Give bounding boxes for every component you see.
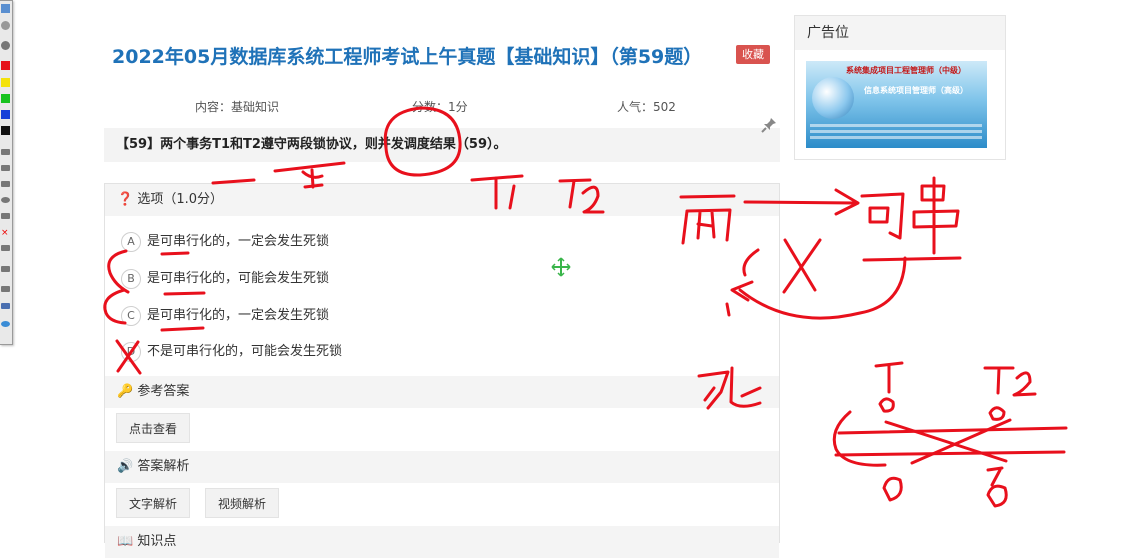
book-icon: 📖 bbox=[117, 534, 134, 549]
globe-image bbox=[812, 77, 854, 119]
option-text: 不是可串行化的，可能会发生死锁 bbox=[147, 344, 343, 359]
options-header: ❓ 选项（1.0分） bbox=[105, 184, 779, 216]
options-heading: 选项（1.0分） bbox=[137, 192, 224, 207]
annotation-toolbar: × bbox=[0, 0, 13, 345]
ad-banner[interactable]: 系统集成项目工程管理师（中级） 信息系统项目管理师（高级） bbox=[806, 61, 987, 148]
color-blue[interactable] bbox=[1, 110, 10, 119]
ink-x-mark bbox=[782, 238, 822, 294]
reference-answer-header: 🔑 参考答案 bbox=[105, 376, 779, 408]
ink-circle-bottom-right bbox=[986, 484, 1008, 508]
ink-ke bbox=[860, 192, 905, 240]
option-a[interactable]: A 是可串行化的，一定会发生死锁 bbox=[121, 231, 329, 253]
ink-long-line-1 bbox=[837, 426, 1068, 435]
video-analysis-button[interactable]: 视频解析 bbox=[205, 488, 280, 518]
knowledge-header: 📖 知识点 bbox=[105, 526, 779, 558]
option-d[interactable]: D 不是可串行化的，可能会发生死锁 bbox=[121, 341, 342, 363]
option-b[interactable]: B 是可串行化的，可能会发生死锁 bbox=[121, 268, 329, 290]
ink-chuan bbox=[912, 176, 960, 255]
move-cursor-icon bbox=[551, 257, 571, 277]
line-icon[interactable] bbox=[1, 165, 10, 171]
analysis-heading: 答案解析 bbox=[137, 459, 190, 474]
option-letter: B bbox=[121, 268, 141, 289]
pen-select-icon[interactable] bbox=[1, 4, 10, 13]
pencil-icon[interactable] bbox=[1, 149, 10, 155]
view-answer-button[interactable]: 点击查看 bbox=[116, 413, 191, 443]
ink-underline-right bbox=[862, 256, 962, 262]
speaker-icon: 🔊 bbox=[117, 459, 134, 474]
option-text: 是可串行化的，可能会发生死锁 bbox=[147, 271, 330, 286]
key-icon: 🔑 bbox=[117, 384, 134, 399]
ad-text-lines bbox=[810, 121, 982, 145]
ink-t2-lower bbox=[983, 366, 1037, 397]
ink-circle-bottom-left bbox=[882, 476, 903, 502]
ad-heading: 广告位 bbox=[795, 16, 1005, 50]
option-letter: C bbox=[121, 305, 141, 326]
question-circle-icon: ❓ bbox=[117, 192, 134, 207]
pin-icon[interactable] bbox=[760, 116, 778, 134]
ellipse-icon[interactable] bbox=[1, 197, 10, 203]
trash-icon[interactable] bbox=[1, 286, 10, 292]
ad-box: 广告位 系统集成项目工程管理师（中级） 信息系统项目管理师（高级） bbox=[794, 15, 1006, 160]
option-letter: D bbox=[121, 341, 141, 362]
text-analysis-button[interactable]: 文字解析 bbox=[116, 488, 191, 518]
ink-t2-circle bbox=[988, 406, 1006, 421]
rectangle-icon[interactable] bbox=[1, 181, 10, 187]
favorite-button[interactable]: 收藏 bbox=[736, 45, 770, 64]
question-stem: 【59】两个事务T1和T2遵守两段锁协议，则并发调度结果（59）。 bbox=[104, 128, 780, 162]
option-letter: A bbox=[121, 231, 141, 252]
text-icon[interactable] bbox=[1, 213, 10, 219]
option-text: 是可串行化的，一定会发生死锁 bbox=[147, 308, 330, 323]
eraser-icon[interactable] bbox=[1, 21, 10, 30]
knowledge-heading: 知识点 bbox=[137, 534, 177, 549]
color-red[interactable] bbox=[1, 61, 10, 70]
close-icon[interactable]: × bbox=[1, 229, 10, 238]
color-black[interactable] bbox=[1, 126, 10, 135]
ink-t1-lower bbox=[874, 361, 904, 394]
globe-icon[interactable] bbox=[1, 321, 10, 327]
save-icon[interactable] bbox=[1, 303, 10, 309]
analysis-header: 🔊 答案解析 bbox=[105, 451, 779, 483]
color-yellow[interactable] bbox=[1, 78, 10, 87]
page-title: 2022年05月数据库系统工程师考试上午真题【基础知识】（第59题） bbox=[112, 46, 703, 68]
option-c[interactable]: C 是可串行化的，一定会发生死锁 bbox=[121, 305, 329, 327]
meta-content: 内容：基础知识 bbox=[195, 100, 280, 114]
ink-long-line-2 bbox=[834, 450, 1066, 457]
meta-score: 分数：1分 bbox=[412, 100, 468, 114]
options-panel: ❓ 选项（1.0分） A 是可串行化的，一定会发生死锁 B 是可串行化的，可能会发生… bbox=[104, 183, 780, 558]
ink-dash-2 bbox=[273, 161, 346, 173]
ink-arc-left bbox=[832, 410, 887, 467]
ink-cross-line bbox=[884, 418, 1012, 465]
ink-arrow-down bbox=[986, 466, 1004, 487]
reference-answer-heading: 参考答案 bbox=[137, 384, 190, 399]
meta-popularity: 人气：502 bbox=[617, 100, 676, 114]
undo-icon[interactable] bbox=[1, 266, 10, 272]
option-text: 是可串行化的，一定会发生死锁 bbox=[147, 234, 330, 249]
color-green[interactable] bbox=[1, 94, 10, 103]
zoom-icon[interactable] bbox=[1, 245, 10, 251]
round-brush-icon[interactable] bbox=[1, 41, 10, 50]
ad-line-2: 信息系统项目管理师（高级） bbox=[864, 86, 968, 95]
ink-t1-circle bbox=[878, 397, 895, 413]
ad-line-1: 系统集成项目工程管理师（中级） bbox=[846, 66, 966, 75]
